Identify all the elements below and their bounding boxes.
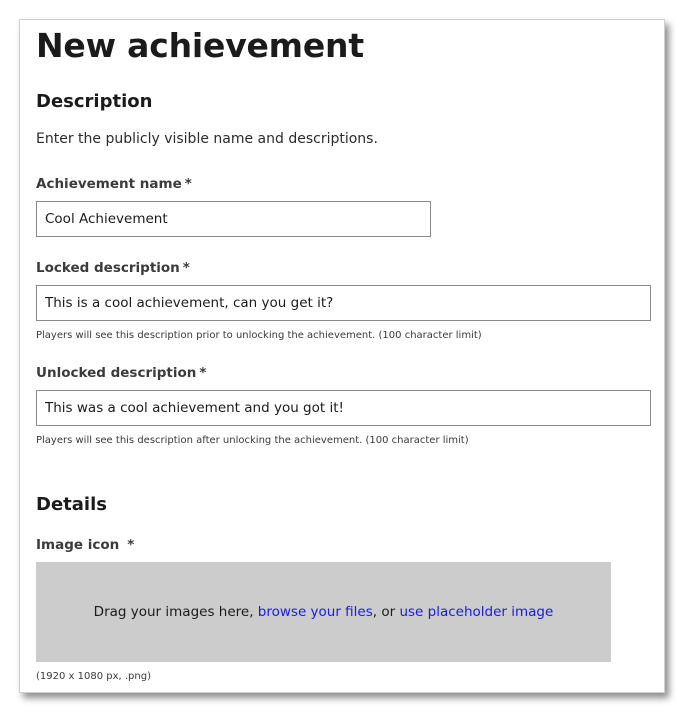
new-achievement-panel: New achievement Description Enter the pu… bbox=[19, 19, 665, 693]
unlocked-description-help: Players will see this description after … bbox=[36, 435, 469, 446]
dropzone-separator: , or bbox=[372, 604, 400, 620]
locked-description-label-text: Locked description bbox=[36, 260, 180, 276]
required-marker: * bbox=[127, 537, 135, 553]
locked-description-help: Players will see this description prior … bbox=[36, 330, 482, 341]
achievement-name-label: Achievement name * bbox=[36, 176, 192, 192]
page-title: New achievement bbox=[36, 26, 364, 65]
unlocked-description-input[interactable] bbox=[36, 390, 651, 426]
image-icon-label: Image icon * bbox=[36, 537, 134, 553]
browse-files-link[interactable]: browse your files bbox=[258, 604, 373, 620]
description-heading: Description bbox=[36, 91, 153, 112]
locked-description-label: Locked description * bbox=[36, 260, 190, 276]
unlocked-description-label: Unlocked description * bbox=[36, 365, 206, 381]
image-icon-label-text: Image icon bbox=[36, 537, 120, 553]
use-placeholder-link[interactable]: use placeholder image bbox=[399, 604, 553, 620]
required-marker: * bbox=[182, 260, 190, 276]
details-heading: Details bbox=[36, 494, 107, 515]
dropzone-text: Drag your images here, bbox=[93, 604, 258, 620]
required-marker: * bbox=[184, 176, 192, 192]
locked-description-input[interactable] bbox=[36, 285, 651, 321]
achievement-name-input[interactable] bbox=[36, 201, 431, 237]
unlocked-description-label-text: Unlocked description bbox=[36, 365, 197, 381]
achievement-name-label-text: Achievement name bbox=[36, 176, 182, 192]
description-intro: Enter the publicly visible name and desc… bbox=[36, 131, 378, 147]
required-marker: * bbox=[199, 365, 207, 381]
image-dropzone[interactable]: Drag your images here, browse your files… bbox=[36, 562, 611, 662]
image-size-hint: (1920 x 1080 px, .png) bbox=[36, 671, 151, 682]
